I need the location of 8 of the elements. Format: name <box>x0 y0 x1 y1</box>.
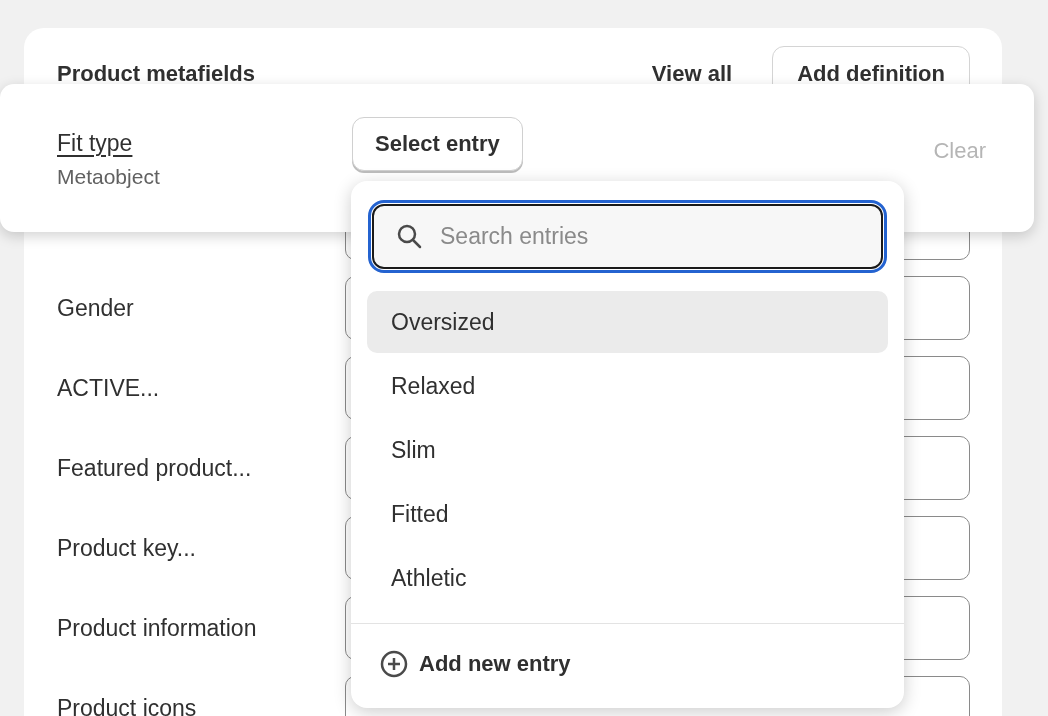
field-label: Product icons <box>57 694 198 716</box>
field-label: Featured product... <box>57 454 253 482</box>
field-label: Product information <box>57 614 258 642</box>
field-label: ACTIVE... <box>57 374 161 402</box>
field-label: Product key... <box>57 534 197 562</box>
field-label: Gender <box>57 294 135 322</box>
field-type: Metaobject <box>57 165 161 189</box>
card-title: Product metafields <box>57 61 257 87</box>
